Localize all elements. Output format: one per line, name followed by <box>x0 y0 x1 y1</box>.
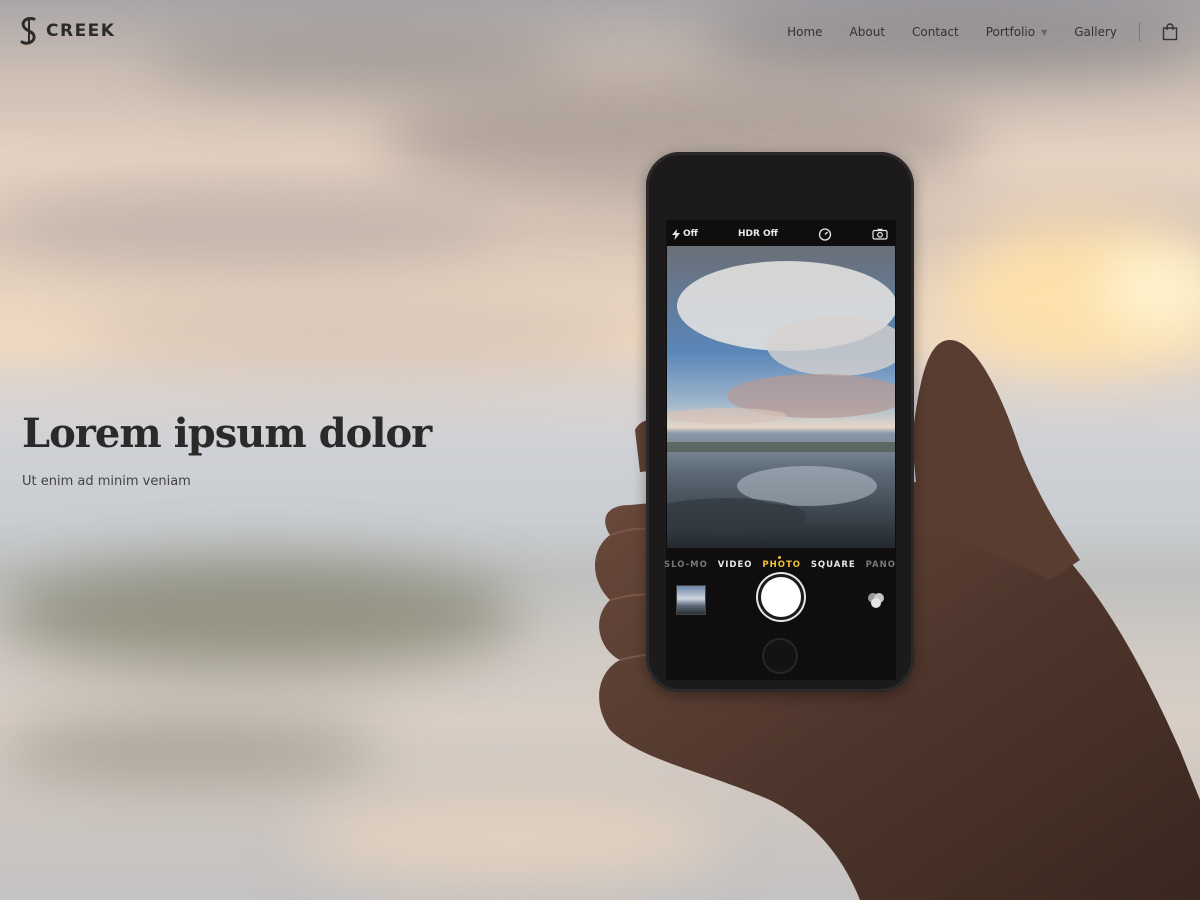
mode-square[interactable]: SQUARE <box>811 560 856 570</box>
flash-label: Off <box>683 229 698 239</box>
hero-title: Lorem ipsum dolor <box>22 410 432 457</box>
logo-mark-icon <box>20 17 36 45</box>
filters-icon[interactable] <box>864 589 888 613</box>
phone-device: Off HDR Off SLO-MO VIDEO PHOTO SQUARE PA… <box>646 152 914 692</box>
logo-text: CREEK <box>46 21 116 41</box>
mode-slo-mo[interactable]: SLO-MO <box>664 560 708 570</box>
camera-mode-selector: SLO-MO VIDEO PHOTO SQUARE PANO <box>664 560 896 570</box>
mode-pano[interactable]: PANO <box>866 560 896 570</box>
hero-subtitle: Ut enim ad minim veniam <box>22 474 191 489</box>
nav-portfolio[interactable]: Portfolio ▼ <box>986 25 1048 39</box>
active-mode-dot <box>778 556 781 559</box>
photo-thumbnail[interactable] <box>676 585 706 615</box>
mode-photo[interactable]: PHOTO <box>762 560 801 570</box>
nav-home-label: Home <box>787 25 823 39</box>
caret-down-icon: ▼ <box>1041 27 1048 37</box>
camera-viewfinder <box>667 246 895 548</box>
switch-camera-icon[interactable] <box>872 228 888 240</box>
nav-contact[interactable]: Contact <box>912 25 959 39</box>
hdr-toggle[interactable]: HDR Off <box>738 229 778 239</box>
nav-contact-label: Contact <box>912 25 959 39</box>
shutter-button[interactable] <box>761 577 801 617</box>
mode-video[interactable]: VIDEO <box>718 560 753 570</box>
site-header: CREEK Home About Contact Portfolio ▼ Gal… <box>0 0 1200 66</box>
flash-icon <box>672 228 680 240</box>
home-button[interactable] <box>762 638 798 674</box>
nav-gallery[interactable]: Gallery <box>1074 25 1117 39</box>
main-nav: Home About Contact Portfolio ▼ Gallery <box>787 22 1178 42</box>
nav-divider <box>1139 22 1140 42</box>
nav-about[interactable]: About <box>850 25 885 39</box>
nav-portfolio-label: Portfolio <box>985 25 1036 39</box>
nav-home[interactable]: Home <box>787 25 822 39</box>
nav-gallery-label: Gallery <box>1074 25 1117 39</box>
camera-top-bar: Off HDR Off <box>646 222 914 246</box>
timer-icon[interactable] <box>818 227 832 241</box>
nav-about-label: About <box>849 25 886 39</box>
logo[interactable]: CREEK <box>18 16 115 46</box>
shopping-bag-icon[interactable] <box>1162 23 1178 41</box>
flash-toggle[interactable]: Off <box>672 228 698 240</box>
